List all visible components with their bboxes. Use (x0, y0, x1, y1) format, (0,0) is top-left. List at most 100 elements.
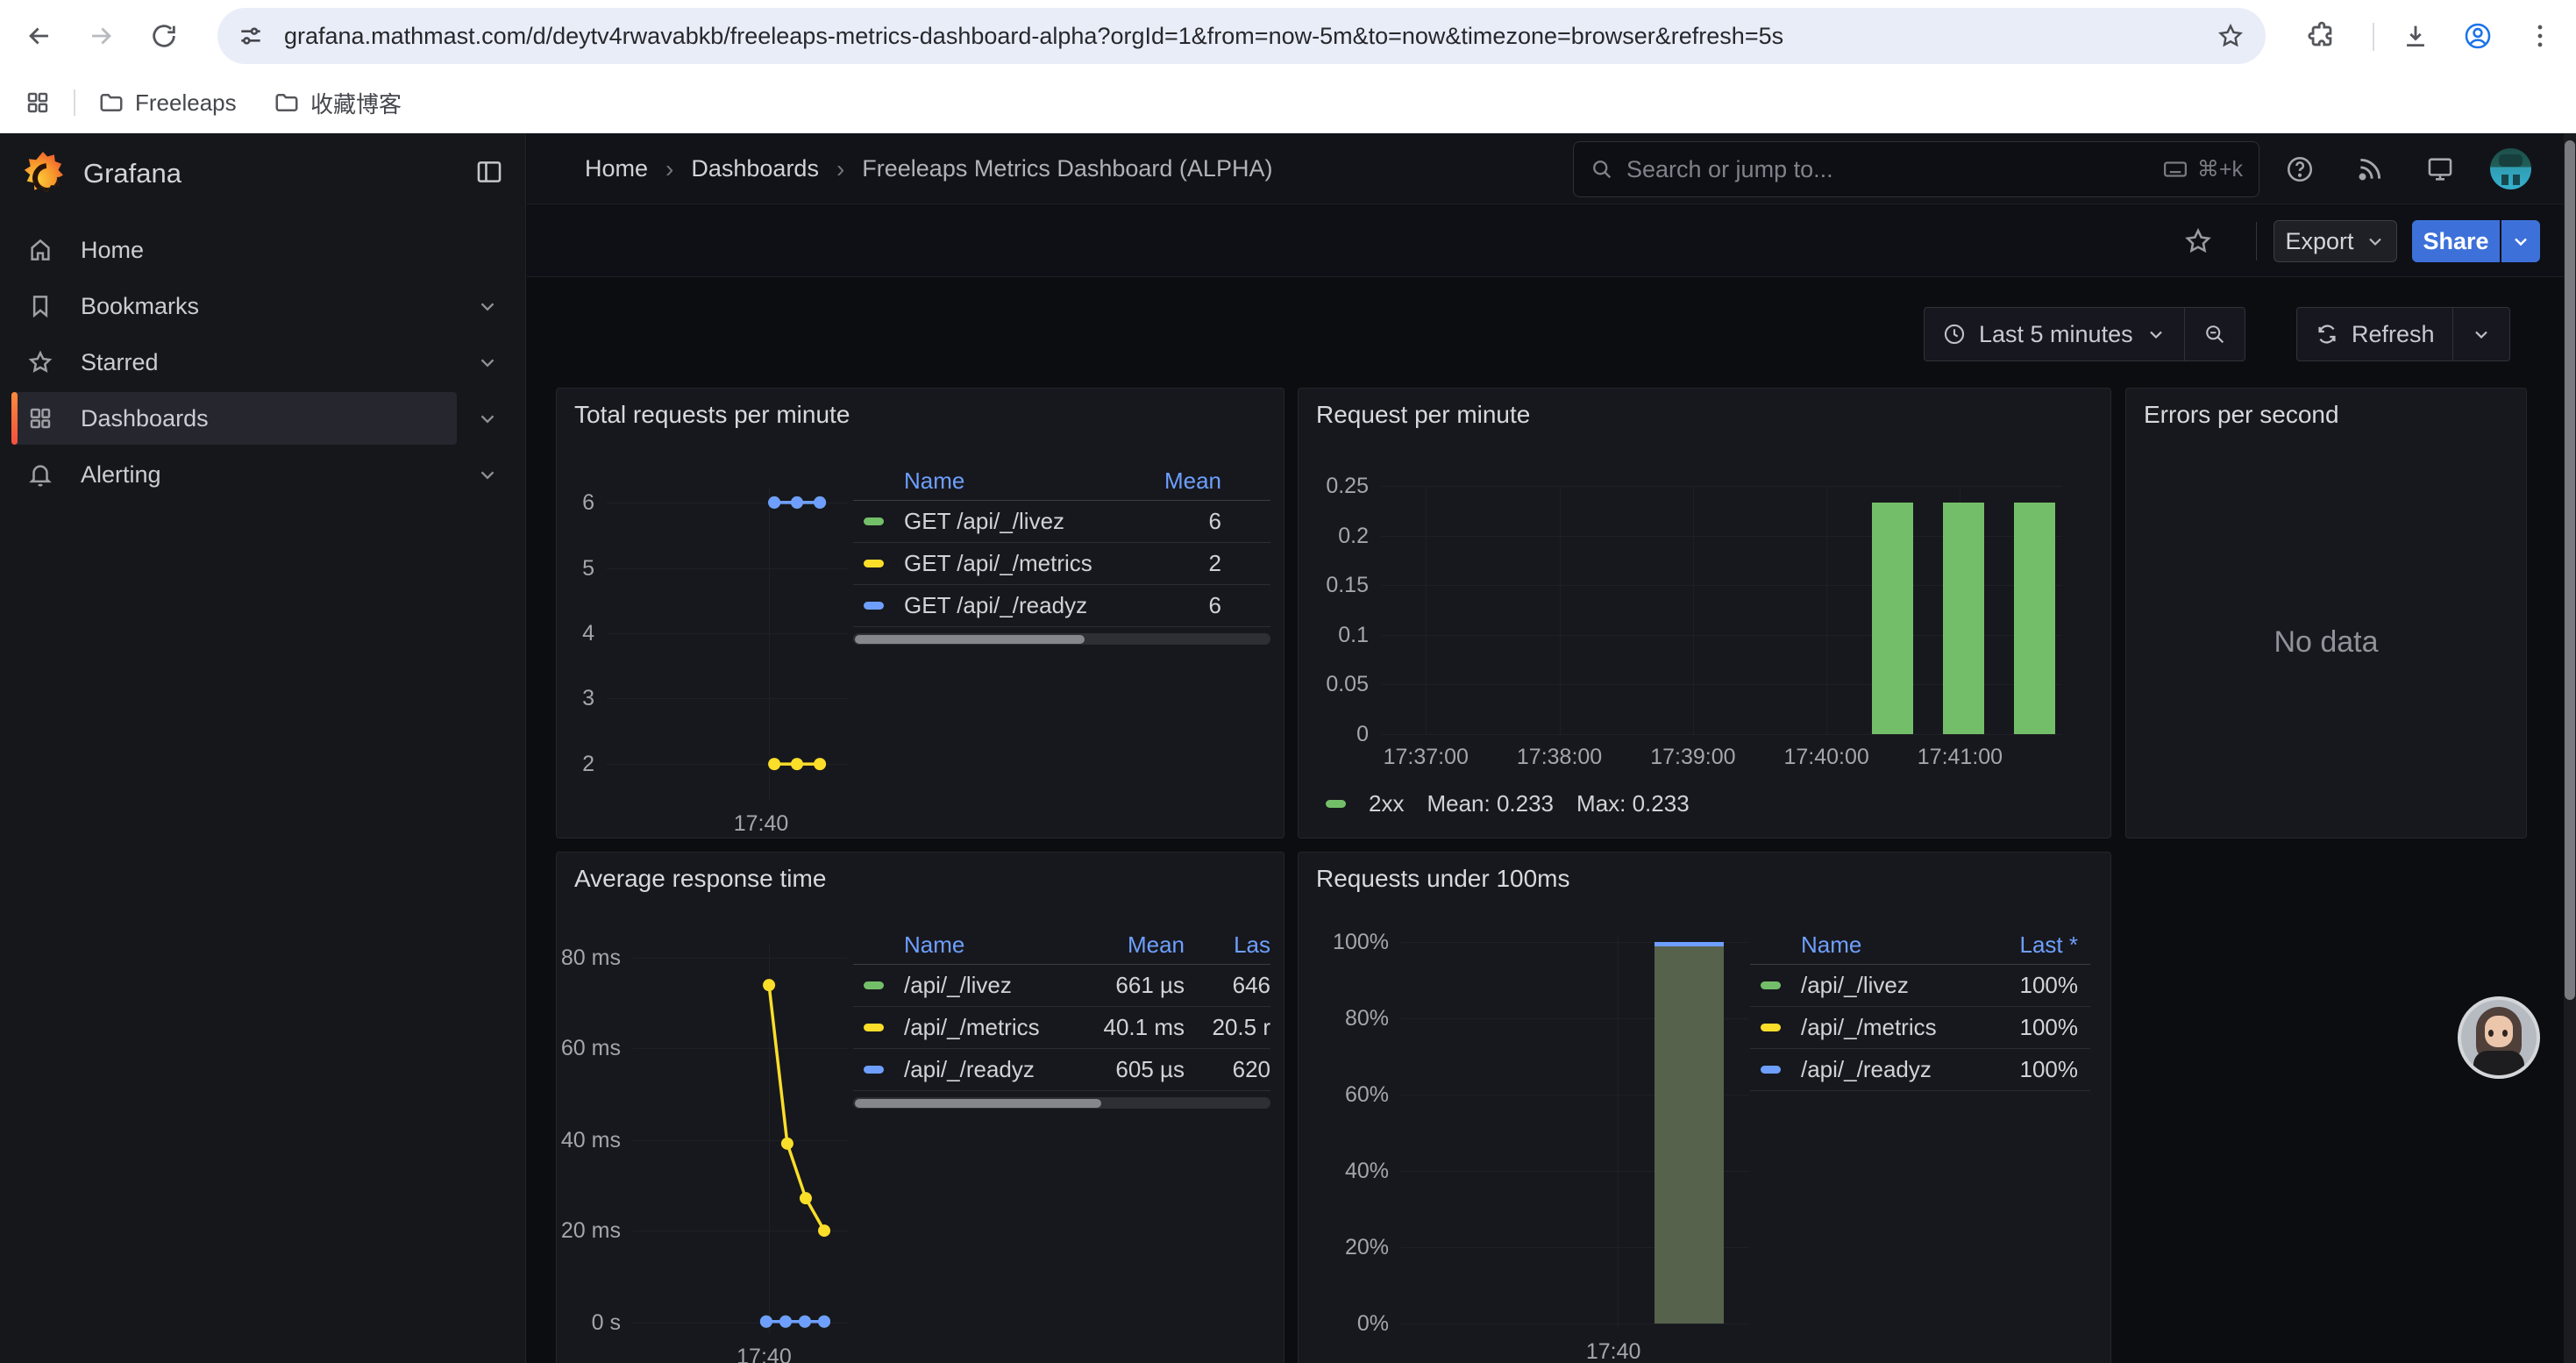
sidebar-collapse-icon[interactable] (474, 157, 504, 187)
panel-title[interactable]: Average response time (574, 865, 826, 893)
panel-title[interactable]: Errors per second (2144, 401, 2339, 429)
downloads-icon[interactable] (2397, 18, 2434, 54)
legend-row[interactable]: GET /api/_/readyz 6 (853, 585, 1270, 627)
series-swatch (864, 981, 884, 989)
refresh-interval-dropdown[interactable] (2452, 308, 2509, 360)
bookmark-folder-label: Freeleaps (135, 89, 237, 117)
chevron-down-icon[interactable] (476, 407, 499, 430)
share-button[interactable]: Share (2412, 220, 2500, 262)
favorite-star-icon[interactable] (2179, 222, 2217, 260)
scrollbar-thumb[interactable] (2565, 140, 2575, 1000)
ylabel: 80 ms (561, 945, 621, 971)
bookmarks-divider (74, 89, 75, 116)
legend-row[interactable]: /api/_/readyz 100% (1750, 1049, 2090, 1091)
breadcrumb-dashboards[interactable]: Dashboards (691, 155, 819, 182)
series-swatch (1761, 981, 1781, 989)
ylabel: 100% (1333, 929, 1389, 955)
ylabel: 60 ms (561, 1035, 621, 1061)
series-swatch (864, 560, 884, 567)
legend-col-name[interactable]: Name (893, 467, 1156, 495)
share-dropdown-button[interactable] (2501, 220, 2540, 262)
chevron-down-icon[interactable] (476, 463, 499, 486)
profile-icon[interactable] (2459, 18, 2496, 54)
chevron-down-icon[interactable] (476, 351, 499, 374)
extensions-icon[interactable] (2303, 18, 2340, 54)
legend-series-name[interactable]: 2xx (1369, 790, 1404, 817)
sidebar-item-bookmarks[interactable]: Bookmarks (0, 278, 525, 334)
apps-grid-icon[interactable] (25, 84, 51, 121)
legend-row[interactable]: /api/_/metrics 100% (1750, 1007, 2090, 1049)
chevron-down-icon (2145, 324, 2167, 345)
zoom-out-button[interactable] (2184, 308, 2245, 360)
bookmark-folder-label: 收藏博客 (310, 87, 402, 119)
legend-row[interactable]: GET /api/_/livez 6 (853, 501, 1270, 543)
ylabel: 0 s (592, 1309, 621, 1336)
panel-title[interactable]: Requests under 100ms (1316, 865, 1570, 893)
bookmark-star-icon[interactable] (2217, 22, 2245, 50)
help-icon[interactable] (2285, 154, 2315, 184)
url-bar[interactable]: grafana.mathmast.com/d/deytv4rwavabkb/fr… (217, 8, 2266, 64)
browser-reload-icon[interactable] (146, 18, 182, 54)
legend-row[interactable]: /api/_/readyz 605 µs 620 (853, 1049, 1270, 1091)
scrollbar-thumb[interactable] (855, 1099, 1101, 1108)
legend-col-mean[interactable]: Mean (1078, 931, 1197, 959)
sidebar-item-starred[interactable]: Starred (0, 334, 525, 390)
legend-row[interactable]: /api/_/metrics 40.1 ms 20.5 r (853, 1007, 1270, 1049)
active-item-highlight (11, 392, 457, 445)
legend-col-last[interactable]: Last * (1982, 931, 2090, 959)
grafana-logo-icon[interactable] (23, 152, 63, 192)
legend-row[interactable]: /api/_/livez 100% (1750, 965, 2090, 1007)
url-text[interactable]: grafana.mathmast.com/d/deytv4rwavabkb/fr… (284, 23, 2217, 50)
page-scrollbar[interactable] (2564, 133, 2576, 1363)
gridline-v (1560, 486, 1561, 734)
chevron-down-icon[interactable] (476, 295, 499, 318)
panel-legend: Name Last * /api/_/livez 100% /api/_/met… (1750, 926, 2090, 1091)
scrollbar-thumb[interactable] (855, 635, 1085, 644)
floating-assistant-avatar[interactable] (2458, 996, 2540, 1079)
legend-col-last[interactable]: Las (1197, 931, 1270, 959)
export-button[interactable]: Export (2274, 220, 2397, 262)
legend-row[interactable]: GET /api/_/metrics 2 (853, 543, 1270, 585)
refresh-button[interactable]: Refresh (2297, 308, 2452, 360)
gridline-v (1826, 486, 1827, 734)
news-rss-icon[interactable] (2355, 154, 2385, 184)
chart-total-requests[interactable]: 6543217:40 (607, 487, 848, 801)
legend-max: Max: 0.233 (1576, 790, 1690, 817)
bookmark-folder-freeleaps[interactable]: Freeleaps (98, 84, 237, 121)
legend-scrollbar[interactable] (853, 633, 1270, 645)
site-settings-icon[interactable] (237, 22, 265, 50)
legend-row[interactable]: /api/_/livez 661 µs 646 (853, 965, 1270, 1007)
legend-scrollbar[interactable] (853, 1097, 1270, 1109)
gridline-h (1381, 734, 2062, 735)
time-range-picker[interactable]: Last 5 minutes (1925, 308, 2184, 360)
chevron-down-icon (2471, 324, 2492, 345)
sidebar-item-alerting[interactable]: Alerting (0, 446, 525, 503)
search-icon (1590, 157, 1614, 182)
bar (2014, 503, 2055, 734)
legend-col-name[interactable]: Name (893, 931, 1078, 959)
sidebar: Grafana Home Bookmarks (0, 133, 526, 1363)
sidebar-item-dashboards[interactable]: Dashboards (0, 390, 525, 446)
breadcrumb-home[interactable]: Home (585, 155, 648, 182)
dashboards-icon (27, 405, 53, 432)
browser-menu-icon[interactable] (2522, 18, 2558, 54)
browser-forward-icon[interactable] (82, 18, 119, 54)
legend-col-mean[interactable]: Mean (1156, 467, 1270, 495)
series-swatch (864, 1024, 884, 1031)
chart-request-per-minute[interactable]: 0.250.20.150.10.05017:37:0017:38:0017:39… (1381, 486, 2062, 734)
legend-col-name[interactable]: Name (1790, 931, 1982, 959)
browser-back-icon[interactable] (21, 18, 58, 54)
monitor-icon[interactable] (2425, 154, 2455, 184)
bookmark-folder-blogs[interactable]: 收藏博客 (274, 84, 402, 121)
user-avatar[interactable] (2490, 148, 2531, 189)
chart-average-response-time[interactable]: 80 ms60 ms40 ms20 ms0 s17:40 (633, 944, 848, 1334)
app-header: Home › Dashboards › Freeleaps Metrics Da… (527, 133, 2576, 204)
ylabel: 0% (1357, 1310, 1389, 1337)
breadcrumb-current: Freeleaps Metrics Dashboard (ALPHA) (862, 155, 1272, 182)
sidebar-item-home[interactable]: Home (0, 222, 525, 278)
chart-requests-under-100ms[interactable]: 100%80%60%40%20%0%17:40 (1401, 935, 1749, 1329)
panel-title[interactable]: Total requests per minute (574, 401, 850, 429)
search-input[interactable]: Search or jump to... ⌘+k (1573, 141, 2259, 197)
panel-title[interactable]: Request per minute (1316, 401, 1530, 429)
gridline-v (1618, 935, 1619, 1329)
